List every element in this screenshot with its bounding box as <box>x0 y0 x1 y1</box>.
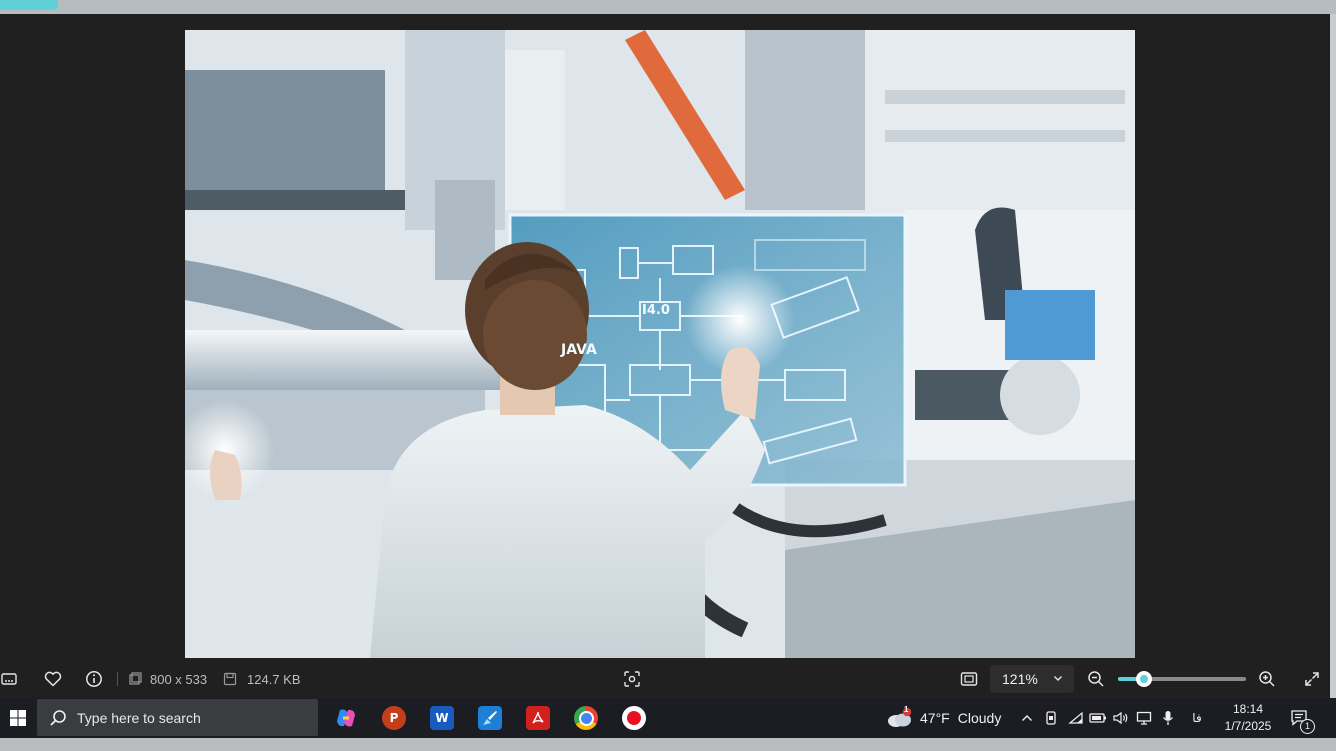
file-size: 124.7 KB <box>223 660 305 698</box>
window-top-strip <box>0 0 1336 14</box>
notification-center-button[interactable]: 1 <box>1286 698 1315 738</box>
zoom-in-icon <box>1259 671 1275 687</box>
input-language-text: فا <box>1192 711 1202 725</box>
weather-temperature: 47°F <box>920 710 950 726</box>
start-button[interactable] <box>0 698 36 738</box>
paint-brush-glyph <box>483 711 497 725</box>
clock-time: 18:14 <box>1232 702 1264 716</box>
zoom-level-text: 121% <box>1002 671 1038 687</box>
zoom-slider-thumb[interactable] <box>1135 671 1152 687</box>
search-placeholder-text: Type here to search <box>77 709 201 726</box>
toolbar-separator <box>117 672 118 686</box>
windows-logo-icon <box>10 710 26 726</box>
speaker-icon <box>1113 711 1128 725</box>
visual-search-button[interactable] <box>619 660 645 698</box>
copilot-icon[interactable] <box>334 706 358 730</box>
word-letter: W <box>435 711 449 725</box>
input-language-button[interactable]: فا <box>1185 698 1209 738</box>
save-disk-icon <box>223 672 237 686</box>
info-icon <box>86 671 102 687</box>
filmstrip-icon <box>1 673 17 685</box>
chevron-down-icon <box>1054 676 1062 681</box>
notification-count-badge: 1 <box>1300 719 1315 734</box>
image-dimensions: 800 x 533 <box>128 660 218 698</box>
display-button[interactable] <box>1134 698 1154 738</box>
zoom-slider[interactable] <box>1118 671 1246 687</box>
zoom-level-dropdown[interactable]: 121% <box>990 665 1074 693</box>
hologram-title-label: I4.0 <box>642 303 670 318</box>
search-icon <box>50 709 66 726</box>
zoom-out-icon <box>1088 671 1104 687</box>
powerpoint-icon[interactable]: P <box>382 706 406 730</box>
word-icon[interactable]: W <box>430 706 454 730</box>
fit-to-window-button[interactable] <box>956 660 982 698</box>
microphone-button[interactable] <box>1158 698 1178 738</box>
zoom-in-button[interactable] <box>1255 660 1279 698</box>
file-size-text: 124.7 KB <box>247 671 301 687</box>
fullscreen-button[interactable] <box>1300 660 1324 698</box>
photo-scene <box>185 30 1135 658</box>
dimensions-icon <box>129 672 142 685</box>
cloudy-weather-icon: 1 <box>886 705 912 728</box>
acrobat-glyph <box>532 711 544 724</box>
paint-icon[interactable] <box>478 706 502 730</box>
dimensions-text: 800 x 533 <box>150 671 208 687</box>
expand-icon <box>1305 672 1319 686</box>
fit-screen-icon <box>960 672 978 686</box>
device-tray-button[interactable] <box>1042 698 1060 738</box>
show-hidden-icons-button[interactable] <box>1016 698 1038 738</box>
right-edge <box>1330 14 1336 700</box>
network-button[interactable] <box>1066 698 1086 738</box>
chrome-icon[interactable] <box>574 706 598 730</box>
zoom-out-button[interactable] <box>1084 660 1108 698</box>
windows-taskbar: Type here to search P W 1 47°F Cloudy فا… <box>0 698 1336 738</box>
displayed-photo: I4.0 JAVA <box>185 30 1135 658</box>
weather-widget[interactable]: 1 47°F Cloudy <box>886 698 1001 738</box>
chevron-up-icon <box>1022 715 1032 721</box>
monitor-icon <box>1136 711 1152 725</box>
phone-link-icon <box>1046 711 1056 725</box>
hologram-java-label: JAVA <box>561 342 597 358</box>
battery-button[interactable] <box>1088 698 1108 738</box>
taskbar-clock[interactable]: 18:14 1/7/2025 <box>1218 701 1278 735</box>
chrome-center <box>578 710 594 726</box>
recorder-icon[interactable] <box>622 706 646 730</box>
volume-button[interactable] <box>1111 698 1131 738</box>
acrobat-icon[interactable] <box>526 706 550 730</box>
powerpoint-letter: P <box>389 711 399 725</box>
battery-icon <box>1089 713 1106 723</box>
taskbar-search-box[interactable]: Type here to search <box>37 699 318 736</box>
heart-icon <box>44 671 62 687</box>
weather-description: Cloudy <box>957 710 1002 726</box>
record-dot <box>627 711 641 725</box>
bottom-strip <box>0 738 1336 751</box>
file-info-button[interactable] <box>81 660 107 698</box>
active-tab-accent[interactable] <box>0 0 58 10</box>
weather-alert-badge: 1 <box>904 705 909 714</box>
microphone-icon <box>1162 711 1174 725</box>
wifi-icon <box>1068 711 1083 724</box>
filmstrip-button[interactable] <box>0 660 18 698</box>
copilot-logo <box>337 709 355 727</box>
scan-icon <box>624 671 640 687</box>
favorite-button[interactable] <box>40 660 66 698</box>
clock-date: 1/7/2025 <box>1224 719 1272 733</box>
